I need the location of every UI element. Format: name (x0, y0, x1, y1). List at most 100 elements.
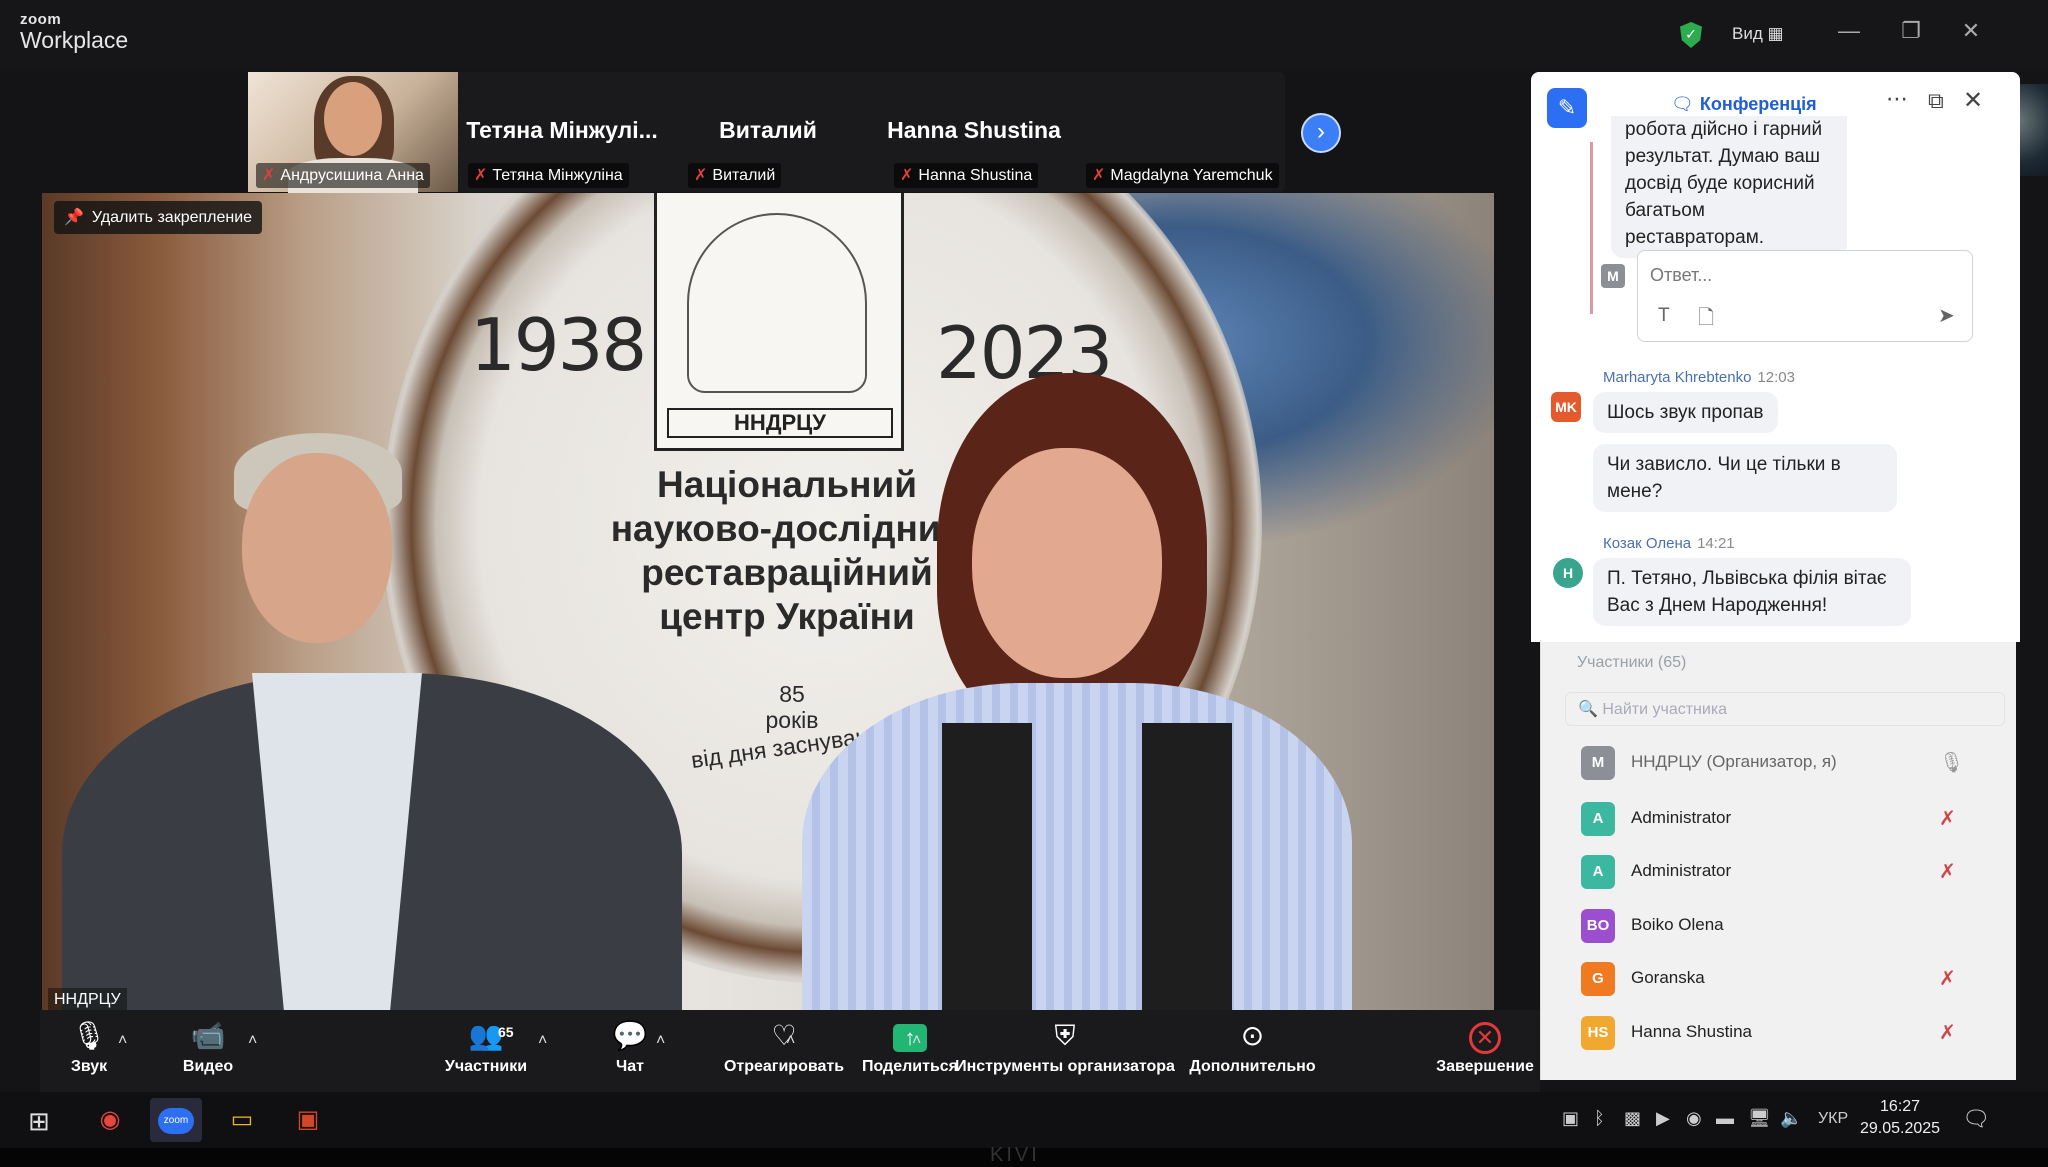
bluetooth-icon[interactable]: ᛒ (1594, 1108, 1605, 1129)
restore-icon[interactable]: ❐ (1896, 18, 1926, 44)
audio-options-chevron-icon[interactable]: ˄ (118, 1032, 127, 1050)
muted-mic-icon: ✗ (694, 167, 708, 184)
microphone-icon: 🎙 (71, 1020, 107, 1051)
tile-label-text: Hanna Shustina (918, 167, 1033, 184)
video-tile[interactable]: Тетяна Мінжулі... ✗ Тетяна Мінжуліна (460, 72, 664, 192)
minimize-icon[interactable]: — (1834, 18, 1864, 44)
clock-date: 29.05.2025 (1860, 1120, 1941, 1137)
notifications-icon[interactable]: 🗨 (1962, 1106, 1990, 1132)
tile-label: ✗ Виталий (688, 163, 782, 188)
compose-icon[interactable]: ✎ (1547, 88, 1587, 128)
more-icon: ⊙ (1240, 1020, 1265, 1051)
encryption-shield-icon[interactable]: ✓ (1680, 22, 1702, 48)
video-tile[interactable]: Виталий ✗ Виталий (666, 72, 870, 192)
participants-panel[interactable]: Участники (65) 🔍 Найти участника M НHДРЦ… (1540, 640, 2016, 1080)
chat-button[interactable]: 💬 Чат (600, 1018, 660, 1076)
network-icon[interactable]: 🖥 (1748, 1108, 1771, 1129)
file-explorer-icon[interactable]: ▭ (216, 1098, 268, 1142)
view-label: Вид (1732, 24, 1763, 43)
participant-row[interactable]: A Administrator ✗ (1581, 853, 2001, 893)
muted-mic-icon: ✗ (262, 167, 276, 184)
muted-mic-icon[interactable]: ✗ (1939, 806, 1956, 831)
participant-row[interactable]: G Goranska ✗ (1581, 960, 2001, 1000)
close-chat-icon[interactable]: ✕ (1963, 86, 1983, 115)
reply-input[interactable]: Ответ... T 🗋 ➤ (1637, 250, 1973, 342)
muted-mic-icon[interactable]: ✗ (1939, 966, 1956, 991)
unpin-button[interactable]: 📌 Удалить закрепление (54, 201, 263, 234)
audio-label: Звук (70, 1058, 108, 1075)
app-tray-icon[interactable]: ▩ (1624, 1108, 1641, 1129)
message-line: П. Тетяно, Львівська філія вітає (1607, 568, 1887, 589)
battery-icon[interactable]: ▬ (1716, 1108, 1734, 1129)
tile-name: Тетяна Мінжулі... (466, 117, 658, 143)
participant-row[interactable]: BO Boiko Olena (1581, 907, 2001, 947)
monitor-bezel: KIVI (0, 1144, 2048, 1167)
muted-mic-icon[interactable]: ✗ (1939, 1020, 1956, 1045)
message-line: багатьом реставраторам. (1625, 200, 1765, 248)
more-button[interactable]: ⊙ Дополнительно (1160, 1018, 1345, 1076)
audio-button[interactable]: 🎙 Звук (54, 1018, 124, 1076)
video-tile[interactable]: ✗ Magdalyna Yaremchuk (1078, 72, 2048, 192)
shield-icon: ⛨ (1054, 1020, 1076, 1051)
more-label: Дополнительно (1189, 1058, 1316, 1075)
send-icon[interactable]: ➤ (1938, 303, 1955, 328)
video-tile[interactable]: Hanna Shustina ✗ Hanna Shustina (872, 72, 1076, 192)
chat-panel: ✎ 🗨 Конференція ⋯ ⧉ ✕ робота дійсно і гар… (1531, 72, 2020, 642)
chat-title[interactable]: 🗨 Конференція (1671, 94, 1817, 115)
participant-name: Boiko Olena (1631, 915, 1724, 934)
host-tools-label: Инструменты организатора (955, 1058, 1175, 1075)
chrome-icon[interactable]: ◉ (84, 1098, 136, 1142)
tile-name: Hanna Shustina (887, 117, 1061, 143)
participant-name: Hanna Shustina (1631, 1022, 1752, 1041)
text-format-icon[interactable]: T (1658, 305, 1670, 327)
message-line: результат. Думаю ваш (1625, 146, 1821, 167)
title-bar: zoom Workplace ✓ Вид ▦ — ❐ ✕ (0, 0, 2048, 68)
view-button[interactable]: Вид ▦ (1732, 24, 1784, 44)
react-options-chevron-icon[interactable]: ˄ (786, 1032, 795, 1050)
tile-label: ✗ Magdalyna Yaremchuk (1086, 163, 1279, 188)
sender-avatar: H (1553, 558, 1583, 588)
participant-row[interactable]: M НHДРЦУ (Организатор, я) 🎙 (1581, 744, 2001, 784)
muted-mic-icon[interactable]: ✗ (1939, 859, 1956, 884)
video-button[interactable]: 📹 Видео (168, 1018, 248, 1076)
share-options-chevron-icon[interactable]: ˄ (912, 1032, 921, 1050)
host-tools-button[interactable]: ⛨ Инструменты организатора (940, 1018, 1190, 1076)
search-placeholder: Найти участника (1602, 701, 1728, 718)
participant-avatar: M (1581, 746, 1615, 780)
muted-mic-icon: ✗ (1092, 167, 1106, 184)
pinned-speaker-video[interactable]: НHДРЦУ 1938 2023 Національний науково-до… (42, 193, 1494, 1013)
file-attach-icon[interactable]: 🗋 (1698, 303, 1714, 337)
chat-bubble: Шось звук пропав (1593, 392, 1778, 433)
sender-name: Marharyta Khrebtenko (1603, 369, 1752, 386)
participant-filmstrip: ✗ Андрусишина Анна Тетяна Мінжулі... ✗ Тет… (248, 72, 2048, 198)
zoom-taskbar-icon[interactable]: zoom (150, 1098, 202, 1142)
powerpoint-icon[interactable]: ▣ (282, 1098, 334, 1142)
video-options-chevron-icon[interactable]: ˄ (248, 1032, 257, 1050)
chrome-tray-icon[interactable]: ◉ (1686, 1108, 1702, 1129)
participants-button[interactable]: 👥 Участники (434, 1018, 538, 1076)
tile-label: ✗ Андрусишина Анна (256, 163, 430, 188)
windows-start-icon[interactable]: ⊞ (28, 1106, 50, 1137)
end-meeting-button[interactable]: ✕ Завершение (1410, 1018, 1560, 1076)
participant-row[interactable]: HS Hanna Shustina ✗ (1581, 1014, 2001, 1054)
record-tray-icon[interactable]: ▶ (1656, 1108, 1670, 1129)
participant-avatar: A (1581, 855, 1615, 889)
filmstrip-next-icon[interactable]: › (1301, 113, 1341, 153)
reply-placeholder: Ответ... (1650, 265, 1713, 285)
zoom-tray-icon[interactable]: ▣ (1562, 1108, 1579, 1129)
participants-options-chevron-icon[interactable]: ˄ (538, 1032, 547, 1050)
close-window-icon[interactable]: ✕ (1956, 18, 1986, 44)
participant-name: Administrator (1631, 861, 1732, 880)
system-clock[interactable]: 16:27 29.05.2025 (1860, 1096, 1940, 1140)
more-options-icon[interactable]: ⋯ (1886, 86, 1908, 112)
volume-icon[interactable]: 🔈 (1780, 1108, 1802, 1129)
chat-bubble: робота дійсно і гарний результат. Думаю … (1611, 116, 1847, 258)
popout-icon[interactable]: ⧉ (1928, 88, 1944, 114)
participant-search-input[interactable]: 🔍 Найти участника (1565, 692, 2005, 726)
video-tile[interactable]: ✗ Андрусишина Анна (248, 72, 458, 198)
chat-options-chevron-icon[interactable]: ˄ (656, 1032, 665, 1050)
monitor-brand: KIVI (990, 1144, 1040, 1166)
language-indicator[interactable]: УКР (1818, 1110, 1848, 1128)
mic-icon[interactable]: 🎙 (1939, 750, 1964, 775)
participant-row[interactable]: A Administrator ✗ (1581, 800, 2001, 840)
